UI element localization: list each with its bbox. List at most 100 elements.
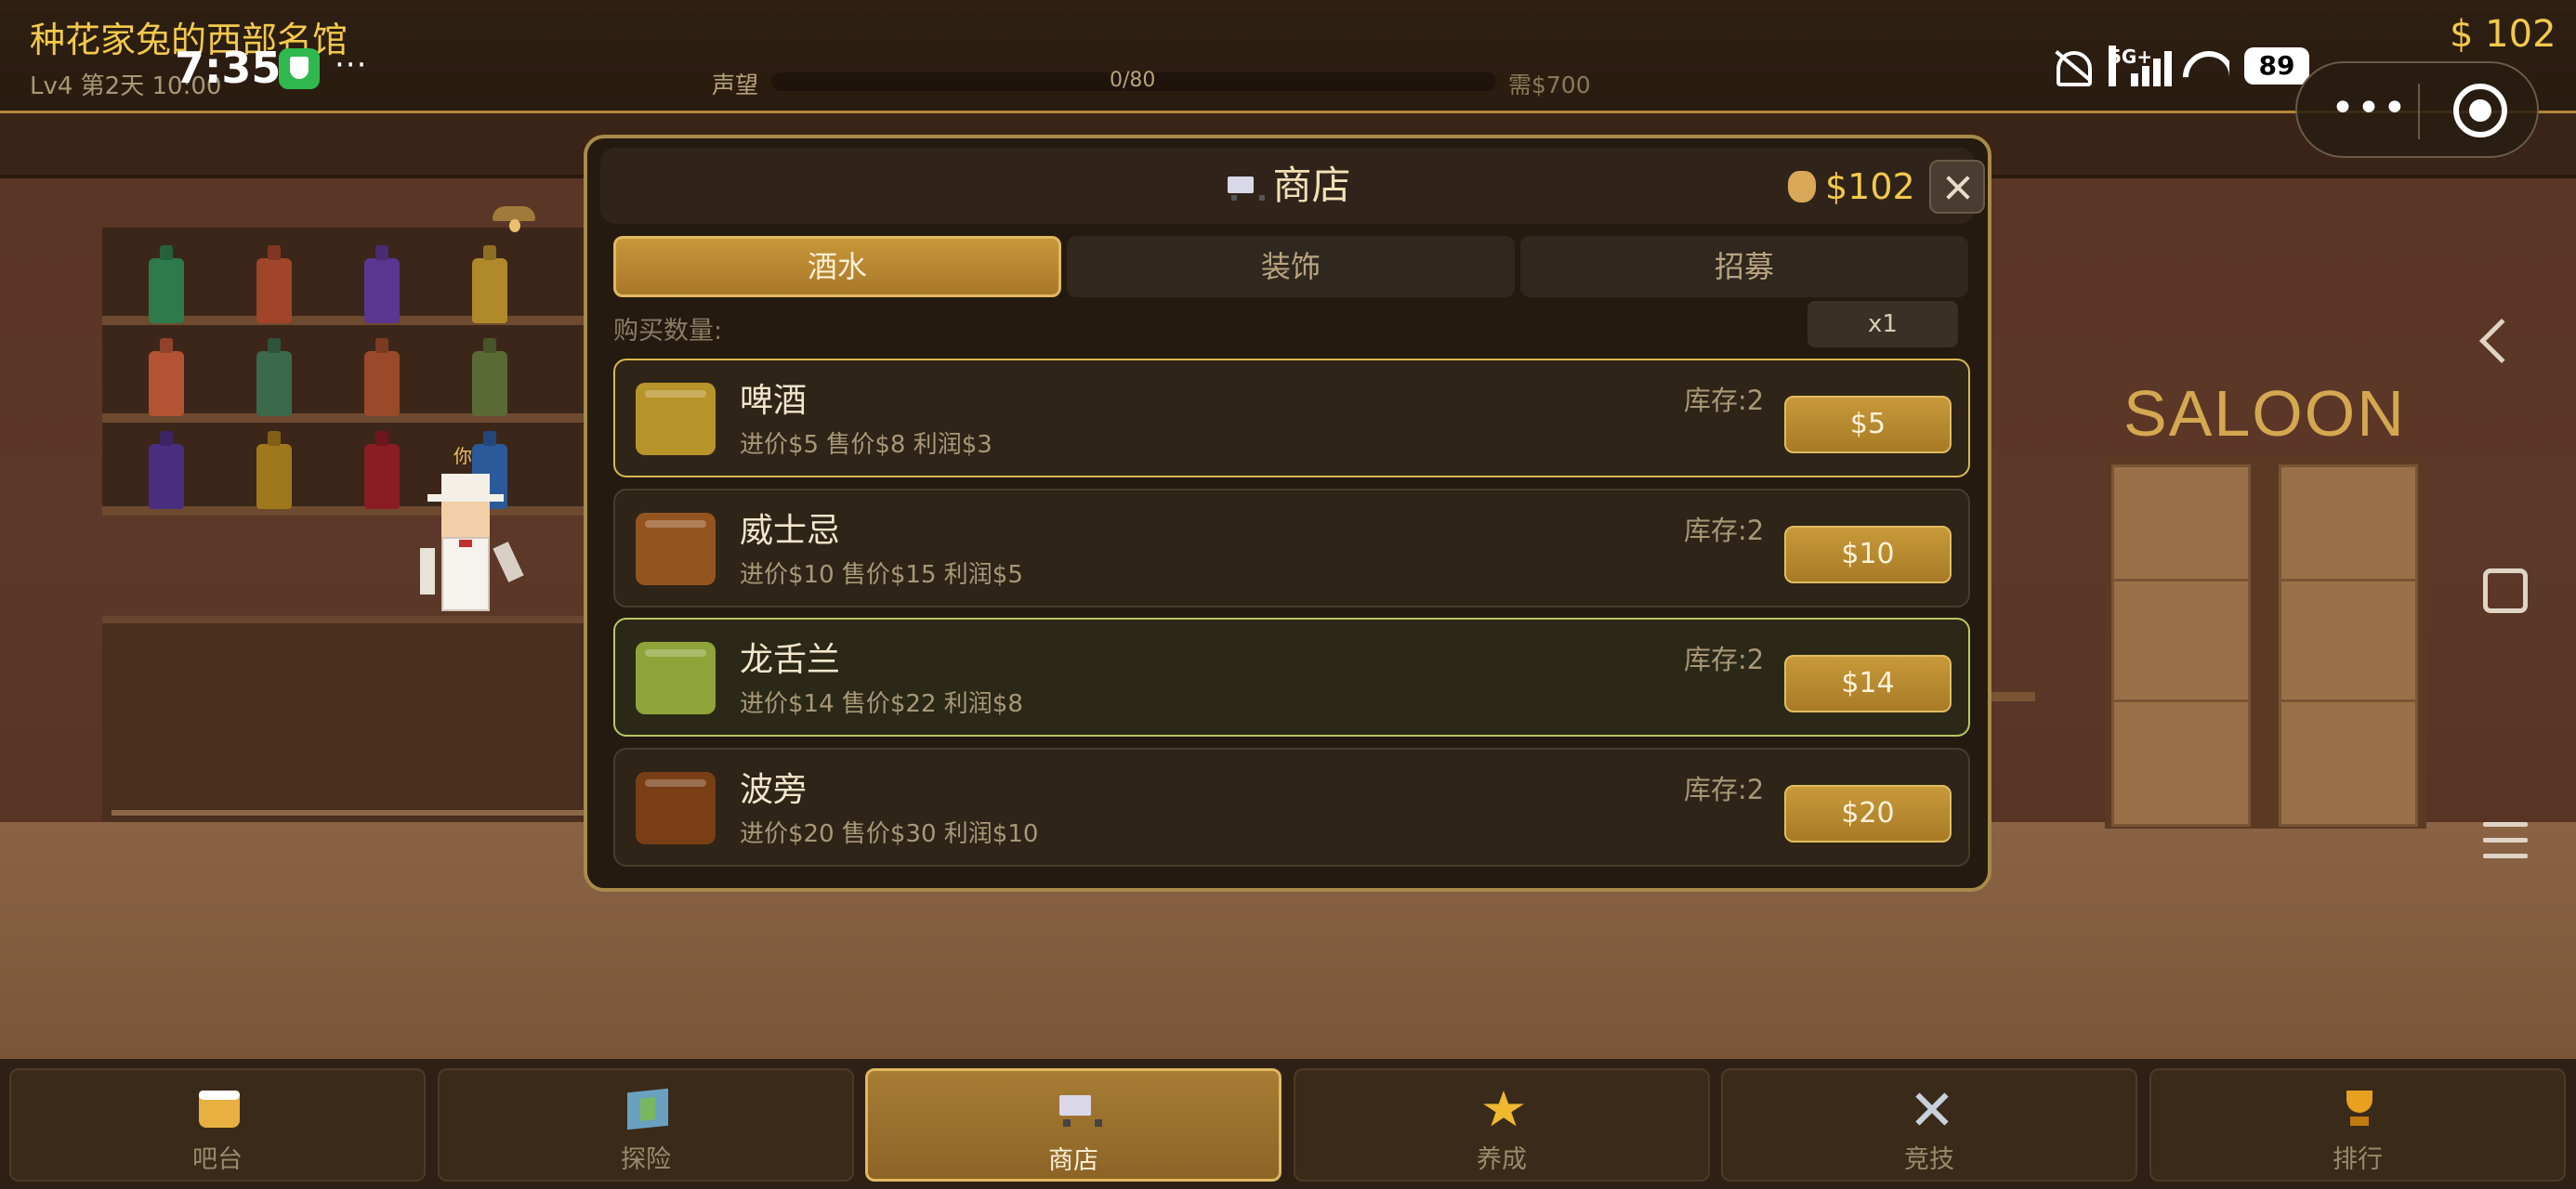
player-money: $ 102 xyxy=(2450,13,2556,56)
bottle-decor xyxy=(472,258,507,323)
bottle-decor xyxy=(149,444,184,509)
shop-item: 啤酒 进价$5 售价$8 利润$3 库存:2 $5 xyxy=(613,359,1970,477)
item-icon xyxy=(636,642,716,714)
shop-title: 商店 xyxy=(600,148,1975,224)
player-label: 你 xyxy=(453,445,472,467)
mini-program-capsule: ••• xyxy=(2295,61,2539,158)
item-stock: 库存:2 xyxy=(1684,515,1765,546)
nav-ranking[interactable]: 排行 xyxy=(2149,1068,2566,1182)
cart-icon xyxy=(1224,173,1266,201)
bar-counter xyxy=(102,616,623,822)
capsule-close-icon[interactable] xyxy=(2453,84,2507,137)
bottle-decor xyxy=(364,351,400,416)
reputation-requirement: 需$700 xyxy=(1508,72,1591,98)
bottle-decor xyxy=(256,258,292,323)
saloon-door-left[interactable] xyxy=(2111,464,2251,827)
nav-bar-counter[interactable]: 吧台 xyxy=(9,1068,426,1182)
item-icon xyxy=(636,383,716,455)
network-type: 5G+ xyxy=(2109,46,2152,86)
item-name: 啤酒 xyxy=(740,382,808,420)
item-price-info: 进价$5 售价$8 利润$3 xyxy=(740,431,992,459)
beer-mug-icon xyxy=(199,1091,240,1128)
reputation-progress-text: 0/80 xyxy=(1110,69,1156,92)
buy-button[interactable]: $14 xyxy=(1784,655,1952,712)
tab-decor[interactable]: 装饰 xyxy=(1067,236,1515,297)
item-price-info: 进价$20 售价$30 利润$10 xyxy=(740,820,1039,848)
saloon-door-right[interactable] xyxy=(2279,464,2418,827)
bartender-character[interactable] xyxy=(418,469,524,618)
item-name: 威士忌 xyxy=(740,512,841,550)
item-stock: 库存:2 xyxy=(1684,774,1765,805)
shop-tabs: 酒水 装饰 招募 xyxy=(613,236,1968,297)
cellular-signal-icon: 5G+ xyxy=(2109,46,2172,86)
nav-explore[interactable]: 探险 xyxy=(438,1068,854,1182)
hat-brim xyxy=(427,494,504,502)
money-bag-icon xyxy=(1788,171,1816,203)
shop-item: 波旁 进价$20 售价$30 利润$10 库存:2 $20 xyxy=(613,748,1970,867)
trophy-icon xyxy=(2339,1091,2380,1128)
item-price-info: 进价$10 售价$15 利润$5 xyxy=(740,561,1023,589)
item-icon xyxy=(636,772,716,844)
shop-title-text: 商店 xyxy=(1272,163,1351,208)
body xyxy=(441,537,490,611)
item-price-info: 进价$14 售价$22 利润$8 xyxy=(740,690,1023,718)
tab-drinks[interactable]: 酒水 xyxy=(613,236,1061,297)
item-name: 龙舌兰 xyxy=(740,641,841,679)
buy-button[interactable]: $5 xyxy=(1784,396,1952,453)
item-stock: 库存:2 xyxy=(1684,385,1765,416)
nav-label: 探险 xyxy=(621,1145,671,1174)
nav-label: 竞技 xyxy=(1904,1145,1954,1174)
bottle-decor xyxy=(149,351,184,416)
wifi-icon xyxy=(2183,46,2229,86)
nav-label: 养成 xyxy=(1477,1145,1527,1174)
buy-button[interactable]: $20 xyxy=(1784,785,1952,843)
cart-icon xyxy=(1056,1091,1102,1129)
shop-header: 商店 $102 xyxy=(600,148,1985,224)
buy-button[interactable]: $10 xyxy=(1784,526,1952,583)
tab-recruit[interactable]: 招募 xyxy=(1520,236,1968,297)
more-dots-icon: ··· xyxy=(335,46,368,84)
close-button[interactable] xyxy=(1929,160,1985,214)
lamp-light xyxy=(509,219,520,232)
item-icon xyxy=(636,513,716,585)
capsule-more-icon[interactable]: ••• xyxy=(2331,85,2409,132)
nav-label: 吧台 xyxy=(192,1145,243,1174)
quantity-selector[interactable]: x1 xyxy=(1807,301,1958,347)
nav-shop[interactable]: 商店 xyxy=(865,1068,1281,1182)
home-square-icon[interactable] xyxy=(2483,568,2528,613)
quantity-label: 购买数量: xyxy=(613,317,723,346)
menu-icon[interactable] xyxy=(2483,822,2528,859)
bottle-decor xyxy=(256,351,292,416)
mute-bell-icon xyxy=(2049,46,2094,86)
bottle-decor xyxy=(149,258,184,323)
shop-money: $102 xyxy=(1788,166,1915,207)
bottle-decor xyxy=(256,444,292,509)
bottle-decor xyxy=(472,351,507,416)
nav-label: 商店 xyxy=(1048,1146,1098,1175)
shop-item: 龙舌兰 进价$14 售价$22 利润$8 库存:2 $14 xyxy=(613,618,1970,737)
bottle-decor xyxy=(364,444,400,509)
glass xyxy=(493,542,524,582)
system-status-icons: 5G+ 89 xyxy=(2049,43,2309,89)
saloon-sign: SALOON xyxy=(2123,377,2406,450)
system-clock: 7:35 xyxy=(175,43,282,93)
shop-money-value: $102 xyxy=(1825,166,1915,207)
shield-icon xyxy=(279,48,320,89)
nav-label: 排行 xyxy=(2333,1145,2383,1174)
nav-training[interactable]: 养成 xyxy=(1294,1068,1710,1182)
nav-arena[interactable]: 竞技 xyxy=(1721,1068,2137,1182)
bottle-decor xyxy=(364,258,400,323)
map-icon xyxy=(627,1088,668,1130)
side-table xyxy=(1989,692,2035,701)
item-stock: 库存:2 xyxy=(1684,644,1765,675)
item-name: 波旁 xyxy=(740,771,808,809)
battery-indicator: 89 xyxy=(2244,47,2309,85)
bow-tie xyxy=(459,540,472,547)
shop-modal: 商店 $102 酒水 装饰 招募 购买数量: x1 啤酒 进价$5 售价$8 利… xyxy=(584,135,1991,892)
capsule-divider xyxy=(2418,84,2420,139)
top-status-bar: 种花家兔的西部名馆 Lv4 第2天 10:00 7:35 ··· 声望 0/80… xyxy=(0,0,2576,113)
star-icon xyxy=(1483,1091,1524,1127)
counter-rail xyxy=(112,810,613,816)
shop-item: 威士忌 进价$10 售价$15 利润$5 库存:2 $10 xyxy=(613,489,1970,608)
head xyxy=(441,502,490,537)
